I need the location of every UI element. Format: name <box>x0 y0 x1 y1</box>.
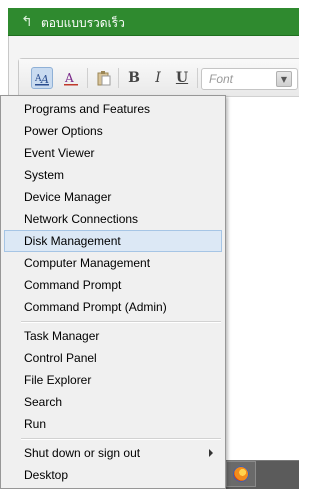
quick-link-menu: Programs and Features Power Options Even… <box>0 95 226 489</box>
back-arrow-icon[interactable]: ↰ <box>19 14 35 30</box>
toolbar-divider <box>197 68 198 88</box>
menu-item-control-panel[interactable]: Control Panel <box>4 347 222 369</box>
editor-header: ↰ ตอบแบบรวดเร็ว <box>8 8 299 36</box>
menu-item-file-explorer[interactable]: File Explorer <box>4 369 222 391</box>
toolbar-divider <box>87 68 88 88</box>
chevron-down-icon[interactable]: ▼ <box>276 71 292 87</box>
menu-item-run[interactable]: Run <box>4 413 222 435</box>
toolbar-divider <box>118 68 119 88</box>
firefox-taskbar-button[interactable] <box>226 461 256 487</box>
font-select-value: Font <box>209 72 234 86</box>
italic-button[interactable]: I <box>147 67 169 89</box>
menu-item-command-prompt[interactable]: Command Prompt <box>4 274 222 296</box>
menu-item-shut-down-or-sign-out[interactable]: Shut down or sign out <box>4 442 222 464</box>
menu-item-power-options[interactable]: Power Options <box>4 120 222 142</box>
menu-item-system[interactable]: System <box>4 164 222 186</box>
font-select[interactable]: Font ▼ <box>201 68 298 90</box>
menu-item-label: Shut down or sign out <box>24 446 141 460</box>
font-color-icon[interactable]: A A <box>31 67 53 89</box>
menu-item-disk-management[interactable]: Disk Management <box>4 230 222 252</box>
menu-item-task-manager[interactable]: Task Manager <box>4 325 222 347</box>
svg-text:A: A <box>64 71 74 85</box>
menu-item-network-connections[interactable]: Network Connections <box>4 208 222 230</box>
menu-separator <box>21 321 221 323</box>
paste-icon[interactable] <box>93 67 115 89</box>
menu-item-computer-management[interactable]: Computer Management <box>4 252 222 274</box>
menu-item-event-viewer[interactable]: Event Viewer <box>4 142 222 164</box>
editor-title: ตอบแบบรวดเร็ว <box>41 16 125 30</box>
bold-button[interactable]: B <box>123 67 145 89</box>
menu-item-command-prompt-admin[interactable]: Command Prompt (Admin) <box>4 296 222 318</box>
menu-item-device-manager[interactable]: Device Manager <box>4 186 222 208</box>
menu-separator <box>21 438 221 440</box>
menu-item-search[interactable]: Search <box>4 391 222 413</box>
menu-item-desktop[interactable]: Desktop <box>4 464 222 486</box>
highlight-color-icon[interactable]: A <box>60 67 82 89</box>
submenu-arrow-icon <box>209 449 213 457</box>
firefox-icon <box>233 466 249 482</box>
underline-button[interactable]: U <box>171 67 193 89</box>
menu-item-programs-and-features[interactable]: Programs and Features <box>4 98 222 120</box>
editor-toolbar: A A A B I U Font ▼ <box>19 59 299 97</box>
